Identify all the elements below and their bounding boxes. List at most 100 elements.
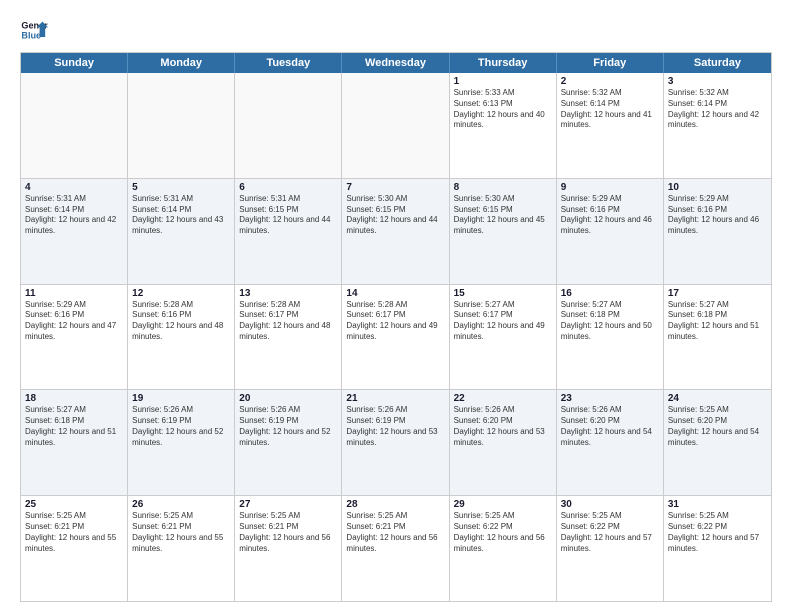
day-cell: 30Sunrise: 5:25 AMSunset: 6:22 PMDayligh… [557, 496, 664, 601]
day-header-monday: Monday [128, 53, 235, 73]
cell-text: Sunrise: 5:30 AMSunset: 6:15 PMDaylight:… [346, 194, 444, 237]
day-cell: 5Sunrise: 5:31 AMSunset: 6:14 PMDaylight… [128, 179, 235, 284]
cell-text: Sunrise: 5:25 AMSunset: 6:21 PMDaylight:… [239, 511, 337, 554]
day-number: 31 [668, 499, 767, 510]
cell-text: Sunrise: 5:25 AMSunset: 6:21 PMDaylight:… [346, 511, 444, 554]
day-cell: 6Sunrise: 5:31 AMSunset: 6:15 PMDaylight… [235, 179, 342, 284]
day-number: 7 [346, 182, 444, 193]
day-number: 8 [454, 182, 552, 193]
cell-text: Sunrise: 5:28 AMSunset: 6:17 PMDaylight:… [346, 300, 444, 343]
day-number: 6 [239, 182, 337, 193]
day-number: 20 [239, 393, 337, 404]
day-cell [235, 73, 342, 178]
day-number: 22 [454, 393, 552, 404]
cell-text: Sunrise: 5:25 AMSunset: 6:22 PMDaylight:… [561, 511, 659, 554]
day-cell: 19Sunrise: 5:26 AMSunset: 6:19 PMDayligh… [128, 390, 235, 495]
day-cell: 28Sunrise: 5:25 AMSunset: 6:21 PMDayligh… [342, 496, 449, 601]
cell-text: Sunrise: 5:31 AMSunset: 6:14 PMDaylight:… [132, 194, 230, 237]
day-number: 4 [25, 182, 123, 193]
day-number: 30 [561, 499, 659, 510]
day-cell: 24Sunrise: 5:25 AMSunset: 6:20 PMDayligh… [664, 390, 771, 495]
day-number: 23 [561, 393, 659, 404]
day-cell: 13Sunrise: 5:28 AMSunset: 6:17 PMDayligh… [235, 285, 342, 390]
cell-text: Sunrise: 5:28 AMSunset: 6:17 PMDaylight:… [239, 300, 337, 343]
day-cell: 23Sunrise: 5:26 AMSunset: 6:20 PMDayligh… [557, 390, 664, 495]
logo: General Blue [20, 16, 48, 44]
day-header-tuesday: Tuesday [235, 53, 342, 73]
cell-text: Sunrise: 5:26 AMSunset: 6:20 PMDaylight:… [454, 405, 552, 448]
cell-text: Sunrise: 5:25 AMSunset: 6:22 PMDaylight:… [454, 511, 552, 554]
day-number: 13 [239, 288, 337, 299]
day-cell: 27Sunrise: 5:25 AMSunset: 6:21 PMDayligh… [235, 496, 342, 601]
day-header-wednesday: Wednesday [342, 53, 449, 73]
day-headers: SundayMondayTuesdayWednesdayThursdayFrid… [21, 53, 771, 73]
day-number: 29 [454, 499, 552, 510]
day-number: 27 [239, 499, 337, 510]
cell-text: Sunrise: 5:33 AMSunset: 6:13 PMDaylight:… [454, 88, 552, 131]
day-cell: 3Sunrise: 5:32 AMSunset: 6:14 PMDaylight… [664, 73, 771, 178]
day-number: 9 [561, 182, 659, 193]
day-number: 1 [454, 76, 552, 87]
week-row-4: 18Sunrise: 5:27 AMSunset: 6:18 PMDayligh… [21, 390, 771, 496]
day-cell: 8Sunrise: 5:30 AMSunset: 6:15 PMDaylight… [450, 179, 557, 284]
day-number: 26 [132, 499, 230, 510]
day-cell: 15Sunrise: 5:27 AMSunset: 6:17 PMDayligh… [450, 285, 557, 390]
cell-text: Sunrise: 5:31 AMSunset: 6:15 PMDaylight:… [239, 194, 337, 237]
day-cell: 16Sunrise: 5:27 AMSunset: 6:18 PMDayligh… [557, 285, 664, 390]
day-header-saturday: Saturday [664, 53, 771, 73]
day-cell: 25Sunrise: 5:25 AMSunset: 6:21 PMDayligh… [21, 496, 128, 601]
cell-text: Sunrise: 5:28 AMSunset: 6:16 PMDaylight:… [132, 300, 230, 343]
day-cell: 22Sunrise: 5:26 AMSunset: 6:20 PMDayligh… [450, 390, 557, 495]
header: General Blue [20, 16, 772, 44]
day-number: 25 [25, 499, 123, 510]
day-header-friday: Friday [557, 53, 664, 73]
cell-text: Sunrise: 5:32 AMSunset: 6:14 PMDaylight:… [668, 88, 767, 131]
day-cell [21, 73, 128, 178]
cell-text: Sunrise: 5:27 AMSunset: 6:18 PMDaylight:… [25, 405, 123, 448]
cell-text: Sunrise: 5:27 AMSunset: 6:18 PMDaylight:… [668, 300, 767, 343]
day-header-sunday: Sunday [21, 53, 128, 73]
day-cell [128, 73, 235, 178]
calendar: SundayMondayTuesdayWednesdayThursdayFrid… [20, 52, 772, 602]
day-number: 28 [346, 499, 444, 510]
page: General Blue SundayMondayTuesdayWednesda… [0, 0, 792, 612]
day-number: 17 [668, 288, 767, 299]
calendar-body: 1Sunrise: 5:33 AMSunset: 6:13 PMDaylight… [21, 73, 771, 601]
cell-text: Sunrise: 5:30 AMSunset: 6:15 PMDaylight:… [454, 194, 552, 237]
day-cell: 26Sunrise: 5:25 AMSunset: 6:21 PMDayligh… [128, 496, 235, 601]
day-cell: 7Sunrise: 5:30 AMSunset: 6:15 PMDaylight… [342, 179, 449, 284]
day-cell: 1Sunrise: 5:33 AMSunset: 6:13 PMDaylight… [450, 73, 557, 178]
day-cell: 29Sunrise: 5:25 AMSunset: 6:22 PMDayligh… [450, 496, 557, 601]
week-row-2: 4Sunrise: 5:31 AMSunset: 6:14 PMDaylight… [21, 179, 771, 285]
cell-text: Sunrise: 5:25 AMSunset: 6:20 PMDaylight:… [668, 405, 767, 448]
cell-text: Sunrise: 5:31 AMSunset: 6:14 PMDaylight:… [25, 194, 123, 237]
day-cell: 11Sunrise: 5:29 AMSunset: 6:16 PMDayligh… [21, 285, 128, 390]
cell-text: Sunrise: 5:27 AMSunset: 6:18 PMDaylight:… [561, 300, 659, 343]
logo-icon: General Blue [20, 16, 48, 44]
svg-text:Blue: Blue [21, 30, 41, 40]
day-cell: 14Sunrise: 5:28 AMSunset: 6:17 PMDayligh… [342, 285, 449, 390]
week-row-1: 1Sunrise: 5:33 AMSunset: 6:13 PMDaylight… [21, 73, 771, 179]
day-cell: 9Sunrise: 5:29 AMSunset: 6:16 PMDaylight… [557, 179, 664, 284]
cell-text: Sunrise: 5:27 AMSunset: 6:17 PMDaylight:… [454, 300, 552, 343]
cell-text: Sunrise: 5:25 AMSunset: 6:21 PMDaylight:… [25, 511, 123, 554]
week-row-5: 25Sunrise: 5:25 AMSunset: 6:21 PMDayligh… [21, 496, 771, 601]
cell-text: Sunrise: 5:25 AMSunset: 6:22 PMDaylight:… [668, 511, 767, 554]
day-cell: 20Sunrise: 5:26 AMSunset: 6:19 PMDayligh… [235, 390, 342, 495]
day-cell: 4Sunrise: 5:31 AMSunset: 6:14 PMDaylight… [21, 179, 128, 284]
day-number: 3 [668, 76, 767, 87]
cell-text: Sunrise: 5:26 AMSunset: 6:19 PMDaylight:… [346, 405, 444, 448]
day-number: 5 [132, 182, 230, 193]
cell-text: Sunrise: 5:26 AMSunset: 6:20 PMDaylight:… [561, 405, 659, 448]
cell-text: Sunrise: 5:26 AMSunset: 6:19 PMDaylight:… [239, 405, 337, 448]
cell-text: Sunrise: 5:29 AMSunset: 6:16 PMDaylight:… [25, 300, 123, 343]
cell-text: Sunrise: 5:25 AMSunset: 6:21 PMDaylight:… [132, 511, 230, 554]
day-number: 12 [132, 288, 230, 299]
cell-text: Sunrise: 5:26 AMSunset: 6:19 PMDaylight:… [132, 405, 230, 448]
day-number: 2 [561, 76, 659, 87]
day-number: 18 [25, 393, 123, 404]
day-cell: 21Sunrise: 5:26 AMSunset: 6:19 PMDayligh… [342, 390, 449, 495]
day-cell [342, 73, 449, 178]
day-number: 19 [132, 393, 230, 404]
cell-text: Sunrise: 5:32 AMSunset: 6:14 PMDaylight:… [561, 88, 659, 131]
